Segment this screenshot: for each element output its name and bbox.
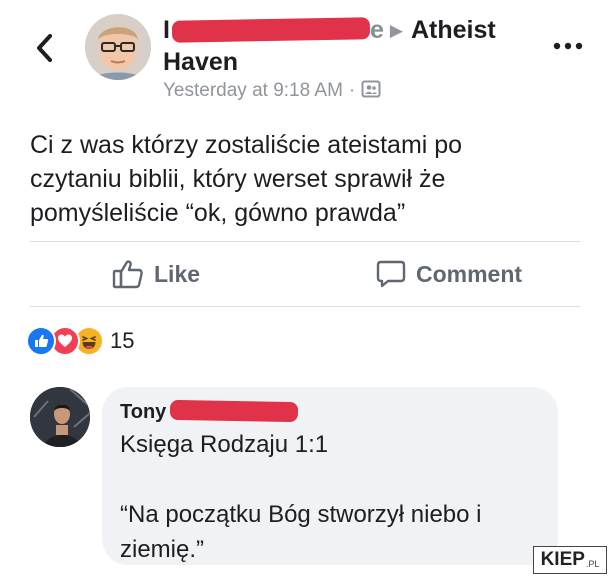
comment-bubble: Tony Księga Rodzaju 1:1 “Na początku Bóg…: [102, 387, 558, 565]
post-body: Ci z was którzy zostaliście ateistami po…: [30, 128, 590, 230]
author-name-suffix[interactable]: e: [370, 16, 384, 44]
author-avatar-image: [85, 14, 151, 80]
redaction-bar: [170, 399, 299, 423]
arrow-right-icon: ▶: [389, 21, 403, 40]
post-meta: Yesterday at 9:18 AM ·: [163, 78, 381, 104]
commenter-avatar-image: [30, 387, 90, 447]
chevron-left-icon: [37, 34, 52, 62]
author-avatar[interactable]: [85, 14, 151, 80]
like-button[interactable]: Like: [112, 252, 200, 296]
group-audience-icon: [361, 80, 381, 98]
group-name-continued[interactable]: Haven: [163, 46, 238, 78]
divider-top: [30, 241, 580, 242]
comment-text-line: Księga Rodzaju 1:1: [120, 431, 329, 458]
comment-text: Księga Rodzaju 1:1 “Na początku Bóg stwo…: [120, 427, 550, 567]
more-options-icon: [553, 42, 583, 50]
divider-bottom: [30, 306, 580, 307]
post-timestamp[interactable]: Yesterday at 9:18 AM: [163, 80, 343, 101]
commenter-name-line: Tony: [120, 399, 299, 424]
author-and-group-line: Ie ▶ Atheist: [163, 14, 496, 47]
reaction-count: 15: [110, 328, 135, 353]
comment-button[interactable]: Comment: [376, 252, 522, 296]
like-label: Like: [154, 260, 201, 287]
redaction-bar: [171, 17, 371, 43]
watermark-suffix: .PL: [585, 559, 600, 569]
comment-bubble-icon: [376, 260, 406, 288]
post-text-line: Ci z was którzy zostaliście ateistami po: [30, 131, 463, 159]
post-text-line: pomyśleliście “ok, gówno prawda”: [30, 199, 406, 227]
meta-separator: ·: [348, 80, 356, 101]
comment-text-line: [120, 462, 550, 497]
more-options-button[interactable]: [551, 36, 585, 56]
site-watermark-logo: KIEP .PL: [533, 546, 607, 574]
back-button[interactable]: [30, 30, 60, 66]
comment-text-line: ziemię.”: [120, 536, 205, 563]
reaction-summary[interactable]: 15: [26, 325, 134, 357]
commenter-avatar[interactable]: [30, 387, 90, 447]
comment-text-line: “Na początku Bóg stworzył niebo i: [120, 501, 482, 528]
watermark-main: KIEP: [540, 549, 585, 570]
group-name[interactable]: Atheist: [411, 16, 496, 44]
author-name-initial[interactable]: I: [163, 16, 170, 44]
thumbs-up-icon: [112, 260, 143, 289]
like-reaction-icon: [26, 326, 56, 356]
comment-label: Comment: [416, 260, 523, 287]
commenter-name[interactable]: Tony: [120, 401, 166, 423]
post-header: Ie ▶ Atheist Haven Yesterday at 9:18 AM ·: [0, 0, 610, 112]
post-text-line: czytaniu biblii, który werset sprawił że: [30, 165, 446, 193]
